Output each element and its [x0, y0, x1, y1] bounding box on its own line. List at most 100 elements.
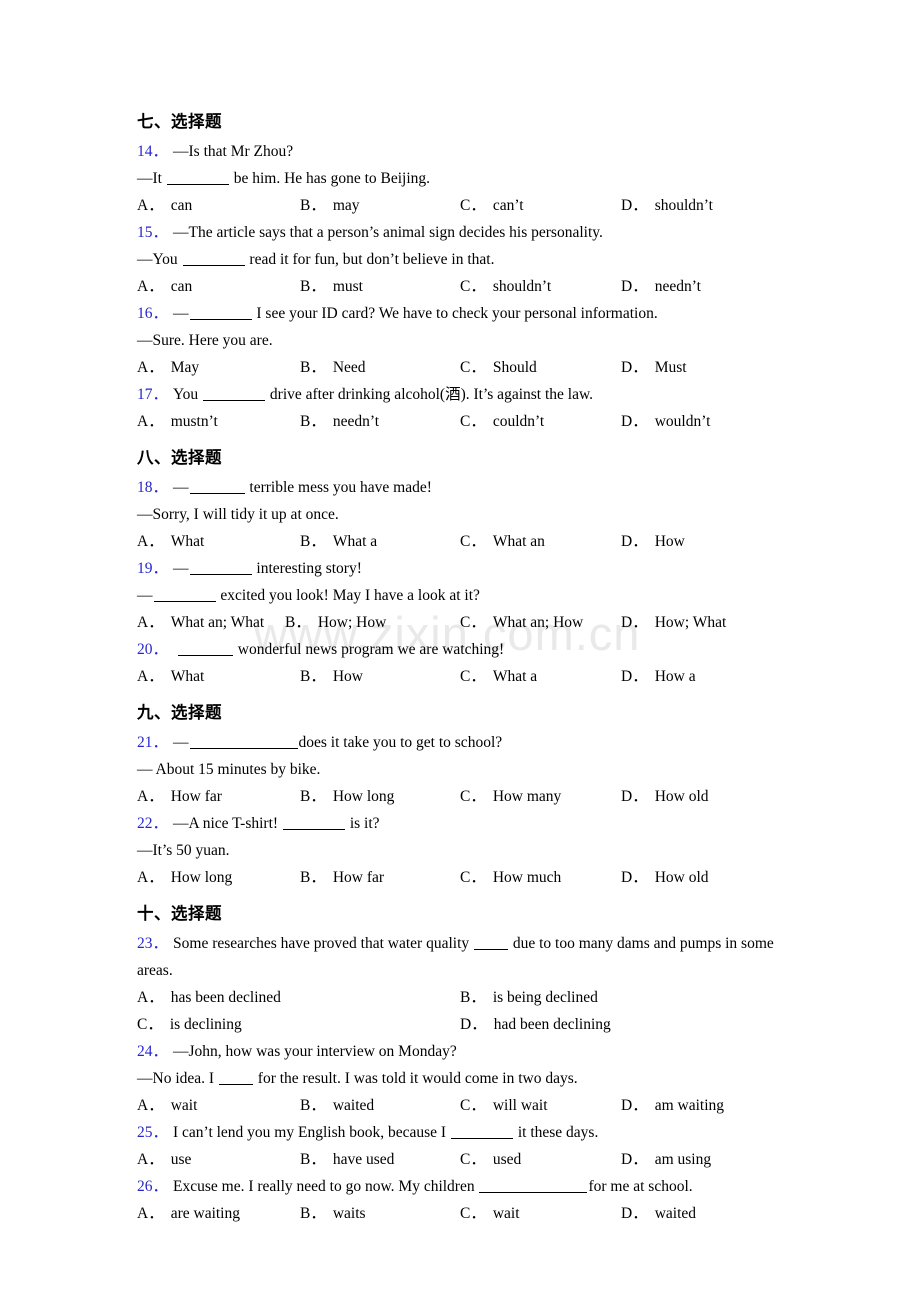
question-block: 16． — I see your ID card? We have to chec…: [137, 300, 785, 381]
option-choice[interactable]: C． shouldn’t: [460, 273, 551, 300]
question-text: be him. He has gone to Beijing.: [229, 170, 431, 187]
option-choice[interactable]: C． How many: [460, 783, 561, 810]
option-choice[interactable]: B． How: [300, 663, 363, 690]
option-label: C．: [460, 533, 486, 550]
question-text: —: [173, 479, 189, 496]
question-text: —You: [137, 251, 182, 268]
option-row: C． is declining D． had been declining: [137, 1011, 785, 1038]
option-label: B．: [285, 614, 311, 631]
option-label: B．: [300, 359, 326, 376]
option-label: B．: [300, 668, 326, 685]
option-label: A．: [137, 1205, 164, 1222]
option-text: How: [332, 668, 363, 685]
option-text: can’t: [492, 197, 524, 214]
option-text: What a: [332, 533, 378, 550]
option-choice[interactable]: B． How far: [300, 864, 384, 891]
option-choice[interactable]: A． What: [137, 528, 204, 555]
option-row: A． mustn’t B． needn’t C． couldn’t D． wouldn’t: [137, 408, 785, 435]
option-choice[interactable]: A． How far: [137, 783, 222, 810]
option-choice[interactable]: C． couldn’t: [460, 408, 544, 435]
option-choice[interactable]: D． am using: [621, 1146, 711, 1173]
option-choice[interactable]: A． can: [137, 192, 192, 219]
option-choice[interactable]: D． Must: [621, 354, 687, 381]
option-text: How a: [654, 668, 696, 685]
option-choice[interactable]: B． How long: [300, 783, 394, 810]
option-choice[interactable]: B． How; How: [285, 609, 386, 636]
option-choice[interactable]: B． waits: [300, 1200, 366, 1227]
question-block: 20． wonderful news program we are watchi…: [137, 636, 785, 690]
section-heading: 九、选择题: [137, 703, 222, 722]
question-line: 20． wonderful news program we are watchi…: [137, 636, 785, 663]
option-choice[interactable]: A． use: [137, 1146, 191, 1173]
option-choice[interactable]: C． How much: [460, 864, 561, 891]
option-choice[interactable]: D． How; What: [621, 609, 726, 636]
question-number: 21．: [137, 734, 169, 751]
option-choice[interactable]: B． What a: [300, 528, 377, 555]
option-choice[interactable]: C． What an; How: [460, 609, 583, 636]
option-choice[interactable]: B． is being declined: [460, 984, 598, 1011]
option-choice[interactable]: A． What an; What: [137, 609, 264, 636]
option-choice[interactable]: B． Need: [300, 354, 366, 381]
option-choice[interactable]: D． How: [621, 528, 685, 555]
option-choice[interactable]: A． has been declined: [137, 984, 281, 1011]
question-line: 18． — terrible mess you have made!: [137, 474, 785, 501]
option-choice[interactable]: A． wait: [137, 1092, 197, 1119]
option-choice[interactable]: B． have used: [300, 1146, 394, 1173]
option-choice[interactable]: C． is declining: [137, 1011, 242, 1038]
option-choice[interactable]: B． waited: [300, 1092, 374, 1119]
option-choice[interactable]: C． wait: [460, 1200, 520, 1227]
option-label: B．: [300, 533, 326, 550]
question-block: 22． —A nice T-shirt! is it? —It’s 50 yuan.…: [137, 810, 785, 891]
question-number: 23．: [137, 935, 169, 952]
option-choice[interactable]: B． needn’t: [300, 408, 379, 435]
option-label: B．: [300, 1097, 326, 1114]
option-text: shouldn’t: [492, 278, 552, 295]
option-choice[interactable]: D． How old: [621, 783, 709, 810]
answer-blank: [153, 601, 216, 602]
option-choice[interactable]: D． shouldn’t: [621, 192, 713, 219]
answer-blank: [450, 1138, 513, 1139]
question-line: —It be him. He has gone to Beijing.: [137, 165, 785, 192]
option-choice[interactable]: A． mustn’t: [137, 408, 218, 435]
option-choice[interactable]: D． wouldn’t: [621, 408, 710, 435]
option-choice[interactable]: C． used: [460, 1146, 521, 1173]
option-text: How old: [654, 869, 709, 886]
option-choice[interactable]: D． How a: [621, 663, 696, 690]
option-choice[interactable]: D． needn’t: [621, 273, 701, 300]
option-text: am using: [654, 1151, 712, 1168]
option-choice[interactable]: C． Should: [460, 354, 537, 381]
question-text: —The article says that a person’s animal…: [173, 224, 603, 241]
option-choice[interactable]: C． What a: [460, 663, 537, 690]
option-choice[interactable]: D． had been declining: [460, 1011, 611, 1038]
option-choice[interactable]: A． May: [137, 354, 199, 381]
option-choice[interactable]: B． must: [300, 273, 363, 300]
option-row: A． are waiting B． waits C． wait D． waited: [137, 1200, 785, 1227]
option-text: What a: [492, 668, 538, 685]
option-choice[interactable]: D． waited: [621, 1200, 696, 1227]
question-text: I can’t lend you my English book, becaus…: [173, 1124, 450, 1141]
option-choice[interactable]: C． What an: [460, 528, 545, 555]
question-line: — About 15 minutes by bike.: [137, 756, 785, 783]
option-label: D．: [621, 533, 648, 550]
option-choice[interactable]: D． am waiting: [621, 1092, 724, 1119]
option-label: C．: [460, 197, 486, 214]
option-choice[interactable]: A． can: [137, 273, 192, 300]
question-text: excited you look! May I have a look at i…: [216, 587, 480, 604]
option-choice[interactable]: A． are waiting: [137, 1200, 240, 1227]
option-text: How long: [332, 788, 395, 805]
option-choice[interactable]: A． How long: [137, 864, 232, 891]
option-choice[interactable]: B． may: [300, 192, 360, 219]
option-choice[interactable]: D． How old: [621, 864, 709, 891]
answer-blank: [189, 748, 298, 749]
option-choice[interactable]: A． What: [137, 663, 204, 690]
option-choice[interactable]: C． can’t: [460, 192, 524, 219]
option-row: A． How far B． How long C． How many D． How old: [137, 783, 785, 810]
option-choice[interactable]: C． will wait: [460, 1092, 548, 1119]
option-label: A．: [137, 989, 164, 1006]
question-block: 23． Some researches have proved that wate…: [137, 930, 785, 1038]
option-text: How; What: [654, 614, 727, 631]
question-line: 15． —The article says that a person’s ani…: [137, 219, 785, 246]
exam-section: 十、选择题 23． Some researches have proved that…: [137, 900, 785, 1227]
question-line: 25． I can’t lend you my English book, bec…: [137, 1119, 785, 1146]
question-line: — excited you look! May I have a look at…: [137, 582, 785, 609]
